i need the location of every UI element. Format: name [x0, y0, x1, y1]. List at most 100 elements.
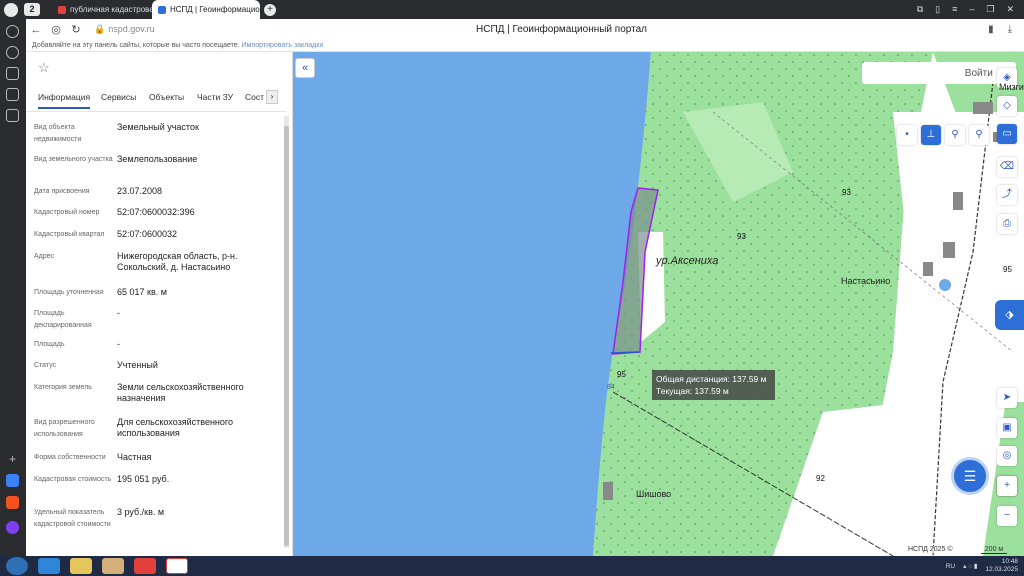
measure-tooltip: Общая дистанция: 137.59 м Текущая: 137.5… [652, 370, 775, 400]
row-label: Кадастровая стоимость [34, 476, 112, 483]
window-controls: ⧉ ▯ ≡ – ❐ ✕ [917, 4, 1024, 15]
collapse-panel-button[interactable]: « [295, 58, 315, 78]
maximize-icon[interactable]: ❐ [986, 4, 994, 15]
bookmarks-bar: Добавляйте на эту панель сайты, которые … [26, 40, 1024, 52]
row-value: Земли сельскохозяйственного назначения [117, 382, 244, 403]
elevation-label: 95 [1003, 265, 1012, 274]
protect-icon[interactable]: ◎ [46, 23, 66, 36]
ie-icon[interactable] [38, 558, 60, 574]
row-value: Учтенный [117, 360, 158, 370]
layer-stack-icon[interactable]: ◇ [997, 96, 1017, 116]
row-label: Вид разрешенного использования [34, 419, 95, 438]
share-icon[interactable]: ⤴ [997, 185, 1017, 205]
tab-information[interactable]: Информация [38, 92, 91, 109]
row-value: 65 017 кв. м [117, 287, 167, 297]
measure-area-icon[interactable]: ⚲ [945, 125, 965, 145]
row-label: Форма собственности [34, 454, 106, 461]
bookmarks-icon[interactable]: ▯ [935, 4, 940, 15]
clock-date: 12.03.2025 [985, 566, 1018, 573]
add-panel-icon[interactable]: + [6, 453, 19, 466]
map-view[interactable]: « Войти ⇥ ◈ ◇ ▭ • ⊥ ⚲ ⚲ ⌫ ⤴ ⎙ ⬗ ➤ ▣ ◎ ⤢ … [293, 52, 1024, 556]
tab-services[interactable]: Сервисы [101, 92, 136, 102]
measure-distance-icon[interactable]: ⊥ [921, 125, 941, 145]
tab-count-badge[interactable]: 2 [24, 3, 40, 16]
search-location-icon[interactable]: ◎ [997, 446, 1017, 466]
tooltip-current: Текущая: 137.59 м [656, 386, 729, 396]
row-value: 3 руб./кв. м [117, 507, 165, 517]
notes-icon[interactable] [6, 109, 19, 122]
tray-icons[interactable]: ▴ ◌ ▮ [963, 562, 977, 570]
minimize-icon[interactable]: – [969, 4, 974, 15]
building [973, 102, 993, 114]
measure-line [610, 351, 640, 354]
zen-icon[interactable] [6, 88, 19, 101]
start-button[interactable] [6, 557, 28, 575]
river-area [293, 52, 651, 556]
media-player-icon[interactable] [102, 558, 124, 574]
url-text: nspd.gov.ru [108, 24, 155, 34]
row-value: Нижегородская область, р-н. Сокольский, … [117, 251, 238, 272]
alice-icon[interactable] [6, 521, 19, 534]
play-icon[interactable] [6, 46, 19, 59]
explorer-icon[interactable] [70, 558, 92, 574]
side-widget-button[interactable]: ⬗ [995, 300, 1024, 330]
panel-scrollbar-thumb[interactable] [284, 126, 289, 546]
row-value: 195 051 руб. [117, 474, 170, 484]
apps-icon[interactable] [6, 474, 19, 487]
url-field[interactable]: 🔒 nspd.gov.ru [94, 24, 155, 35]
language-indicator[interactable]: RU [946, 563, 955, 570]
row-label: Площадь декларированная [34, 310, 92, 329]
print-icon[interactable]: ⎙ [997, 214, 1017, 234]
system-tray: RU ▴ ◌ ▮ 10:48 12.03.2025 [946, 558, 1024, 574]
chat-icon[interactable]: ☰ [951, 457, 989, 495]
row-value[interactable]: 52:07:0600032 [117, 229, 282, 240]
login-button[interactable]: Войти ⇥ [862, 62, 1016, 84]
row-label: Площадь [34, 341, 65, 348]
tab-composition[interactable]: Сост [245, 92, 264, 102]
measure-radius-icon[interactable]: ⚲ [969, 125, 989, 145]
screenshot-icon[interactable] [6, 67, 19, 80]
elevation-label: 84 [607, 384, 615, 391]
clear-icon[interactable]: ⌫ [997, 157, 1017, 177]
close-window-icon[interactable]: ✕ [1006, 4, 1014, 15]
zoom-in-button[interactable]: + [997, 476, 1017, 496]
row-value: Для сельскохозяйственного использования [117, 417, 233, 438]
ruler-icon[interactable]: ▭ [997, 124, 1017, 144]
geolocation-icon[interactable]: ➤ [997, 388, 1017, 408]
address-bar: ← ◎ ↻ 🔒 nspd.gov.ru НСПД | Геоинформацион… [26, 19, 1024, 40]
favorite-star-icon[interactable]: ☆ [38, 60, 50, 76]
address-actions: ▮ ⤓ [988, 24, 1024, 35]
map-scale: 200 м [981, 546, 1007, 554]
yandex-browser-icon[interactable] [166, 558, 188, 574]
browser-logo-icon[interactable] [4, 2, 18, 17]
zoom-out-button[interactable]: − [997, 506, 1017, 526]
tab-label: публичная кадастровая к [70, 5, 152, 14]
new-tab-button[interactable]: + [264, 3, 276, 16]
reload-icon[interactable]: ↻ [66, 23, 86, 36]
row-value: 23.07.2008 [117, 186, 163, 196]
history-icon[interactable] [6, 25, 19, 38]
download-icon[interactable]: ⤓ [1008, 24, 1012, 35]
menu-icon[interactable]: ≡ [952, 4, 957, 15]
tab-objects[interactable]: Объекты [149, 92, 184, 102]
row-label: Категория земель [34, 384, 92, 391]
building [603, 482, 613, 500]
basemap-icon[interactable]: ▣ [997, 418, 1017, 438]
bookmark-icon[interactable]: ▮ [988, 24, 994, 35]
back-icon[interactable]: ← [26, 24, 46, 36]
clock[interactable]: 10:48 12.03.2025 [985, 558, 1018, 574]
point-icon[interactable]: • [897, 125, 917, 145]
tab-parts[interactable]: Части ЗУ [197, 92, 233, 102]
row-value[interactable]: 52:07:0600032:396 [117, 207, 282, 218]
import-bookmarks-link[interactable]: Импортировать закладки [242, 42, 324, 49]
collections-icon[interactable]: ⧉ [917, 4, 923, 15]
nspd-favicon-icon [158, 5, 166, 14]
row-label: Вид земельного участка [34, 156, 113, 163]
tabs-scroll-right-icon[interactable]: › [266, 90, 278, 104]
yandex-icon[interactable] [134, 558, 156, 574]
elevation-label: 92 [816, 474, 825, 483]
market-icon[interactable] [6, 496, 19, 509]
taskbar: RU ▴ ◌ ▮ 10:48 12.03.2025 [0, 556, 1024, 576]
tab-cadastral-map[interactable]: публичная кадастровая к [52, 0, 152, 19]
tab-nspd[interactable]: НСПД | Геоинформацио × [152, 0, 260, 19]
